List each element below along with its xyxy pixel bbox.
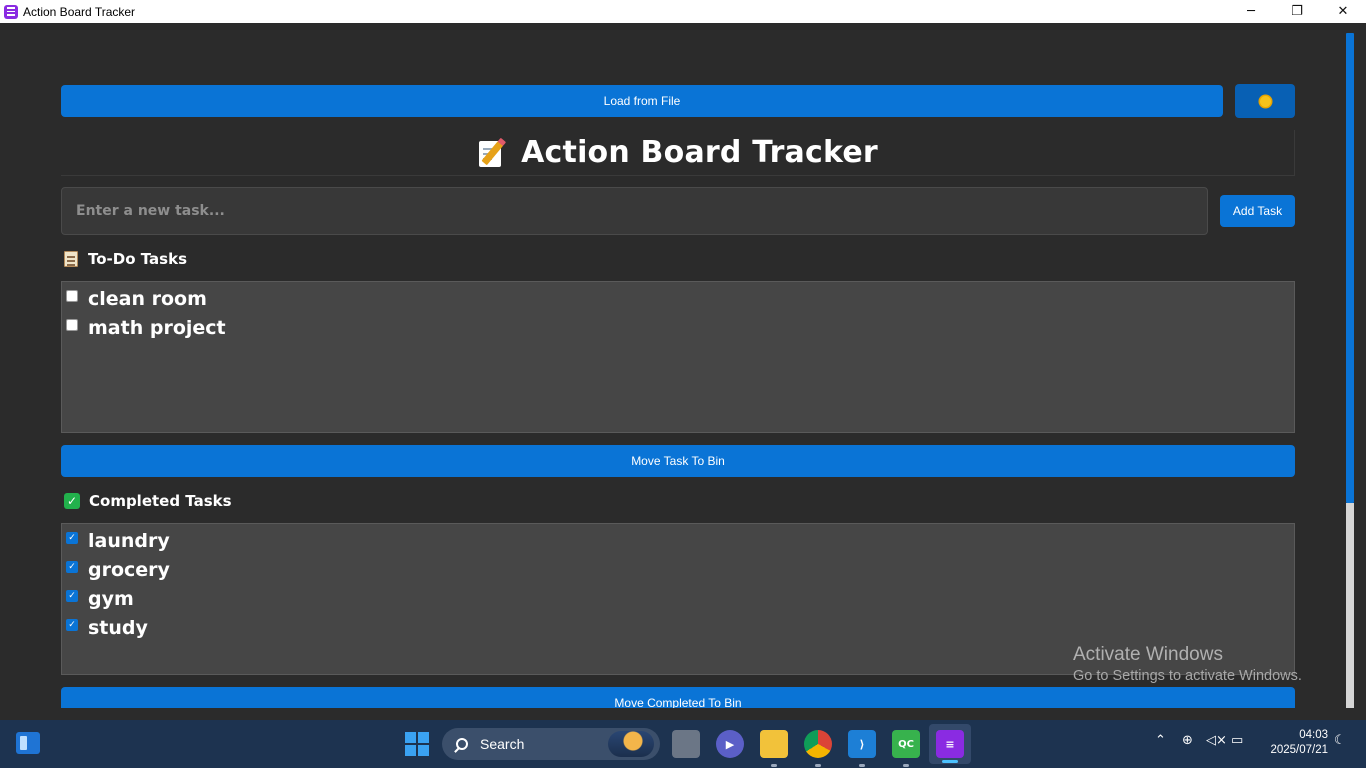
chevron-up-icon[interactable]: ⌃ — [1155, 733, 1166, 748]
vscode-icon[interactable]: ⟩ — [848, 730, 876, 767]
network-icon[interactable]: ⊕ — [1182, 733, 1193, 748]
start-button[interactable] — [405, 732, 429, 756]
task-view-icon[interactable] — [672, 730, 700, 758]
todo-heading-text: To-Do Tasks — [88, 250, 188, 268]
task-label: grocery — [88, 558, 170, 581]
taskbar-search[interactable]: Search — [442, 728, 660, 760]
window-title: Action Board Tracker — [23, 4, 136, 19]
clock-date: 2025/07/21 — [1270, 744, 1328, 756]
task-label: clean room — [88, 287, 207, 310]
task-checkbox[interactable]: ✓ — [66, 619, 78, 631]
qt-creator-icon[interactable]: QC — [892, 730, 920, 767]
task-label: study — [88, 616, 148, 639]
search-highlight-image — [608, 731, 654, 757]
app-icon — [4, 4, 18, 19]
search-icon — [456, 738, 468, 750]
volume-muted-icon[interactable]: ◁× — [1206, 733, 1227, 748]
page-title: Action Board Tracker — [521, 135, 878, 170]
page-header: Action Board Tracker — [61, 130, 1295, 176]
list-item[interactable]: ✓ study — [66, 613, 148, 642]
clock[interactable]: 04:03 2025/07/21 — [1258, 728, 1328, 758]
window-titlebar: Action Board Tracker ─ ❐ ✕ — [0, 0, 1366, 23]
scrollbar-thumb[interactable] — [1346, 33, 1354, 503]
close-button[interactable]: ✕ — [1320, 0, 1366, 23]
watermark-title: Activate Windows — [1073, 644, 1223, 665]
window-controls: ─ ❐ ✕ — [1228, 0, 1366, 23]
memo-icon — [477, 138, 507, 168]
check-mark-icon: ✓ — [64, 493, 80, 509]
clock-time: 04:03 — [1299, 729, 1328, 741]
list-item[interactable]: math project — [66, 313, 226, 342]
theme-toggle-button[interactable] — [1235, 84, 1295, 118]
list-item[interactable]: ✓ laundry — [66, 526, 170, 555]
task-checkbox[interactable] — [66, 290, 78, 302]
teams-meet-icon[interactable]: ▶ — [716, 730, 744, 758]
todo-section-heading: To-Do Tasks — [64, 250, 187, 268]
todo-list[interactable]: clean room math project — [61, 281, 1295, 433]
list-item[interactable]: clean room — [66, 284, 207, 313]
taskbar: Search ▶ ⟩ QC ≡ ⌃ ⊕ ◁× ▭ 04:03 2025/07/2… — [0, 720, 1366, 768]
chrome-icon[interactable] — [804, 730, 832, 767]
task-checkbox[interactable]: ✓ — [66, 532, 78, 544]
app-client-area: Load from File Action Board Tracker Add … — [0, 23, 1366, 708]
active-indicator — [942, 760, 958, 763]
task-label: math project — [88, 316, 226, 339]
task-checkbox[interactable]: ✓ — [66, 590, 78, 602]
task-checkbox[interactable] — [66, 319, 78, 331]
sun-icon — [1259, 95, 1271, 107]
add-task-button[interactable]: Add Task — [1220, 195, 1295, 227]
activation-watermark: Activate Windows Go to Settings to activ… — [1073, 644, 1302, 684]
maximize-button[interactable]: ❐ — [1274, 0, 1320, 23]
completed-heading-text: Completed Tasks — [89, 492, 232, 510]
load-from-file-button[interactable]: Load from File — [61, 85, 1223, 117]
list-item[interactable]: ✓ gym — [66, 584, 134, 613]
completed-section-heading: ✓ Completed Tasks — [64, 492, 232, 510]
widgets-icon[interactable] — [16, 732, 40, 754]
battery-icon[interactable]: ▭ — [1231, 733, 1243, 748]
list-item[interactable]: ✓ grocery — [66, 555, 170, 584]
file-explorer-icon[interactable] — [760, 730, 788, 767]
scrollbar-track[interactable] — [1346, 503, 1354, 708]
clipboard-icon — [64, 251, 78, 267]
move-completed-to-bin-button[interactable]: Move Completed To Bin — [61, 687, 1295, 708]
task-label: laundry — [88, 529, 170, 552]
vertical-scrollbar[interactable] — [1344, 33, 1356, 708]
task-checkbox[interactable]: ✓ — [66, 561, 78, 573]
task-label: gym — [88, 587, 134, 610]
search-label: Search — [480, 736, 525, 752]
minimize-button[interactable]: ─ — [1228, 0, 1274, 23]
action-board-icon[interactable]: ≡ — [936, 730, 964, 758]
moon-icon[interactable]: ☾ — [1334, 733, 1346, 748]
watermark-subtitle: Go to Settings to activate Windows. — [1073, 668, 1302, 684]
move-task-to-bin-button[interactable]: Move Task To Bin — [61, 445, 1295, 477]
new-task-input[interactable] — [61, 187, 1208, 235]
